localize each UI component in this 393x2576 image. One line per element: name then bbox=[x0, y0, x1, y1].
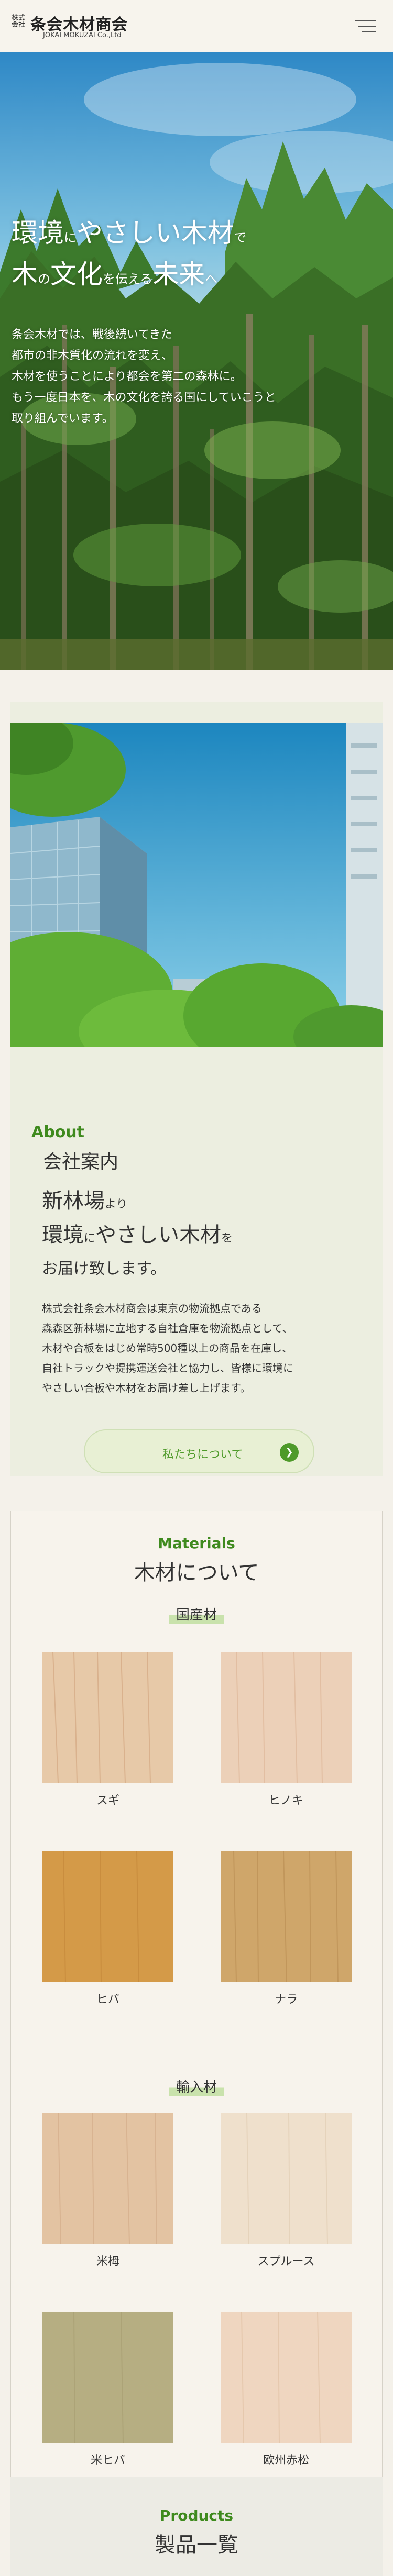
wood-label-beihiba: 米ヒバ bbox=[90, 2454, 125, 2467]
wood-tile-beitsuga[interactable] bbox=[42, 2113, 173, 2245]
imported-wood-heading: 輸入材 bbox=[11, 2077, 382, 2096]
about-section-label-en: About bbox=[31, 1123, 85, 1141]
wood-tile-hiba[interactable] bbox=[42, 1851, 173, 1983]
about-heading: 新林場より 環境にやさしい木材を お届け致します。 bbox=[42, 1189, 233, 1278]
wood-label-beitsuga: 米栂 bbox=[96, 2255, 119, 2268]
about-us-button[interactable]: 私たちについて ❯ bbox=[84, 1429, 314, 1473]
products-label-en: Products bbox=[159, 2507, 234, 2524]
logo-subtitle: JOKAI MOKUZAI Co.,Ltd bbox=[43, 31, 122, 39]
wood-label-european-redpine: 欧州赤松 bbox=[263, 2454, 309, 2467]
wood-label-spruce: スプルース bbox=[257, 2255, 315, 2268]
about-section-title: 会社案内 bbox=[43, 1151, 119, 1173]
wood-tile-beihiba[interactable] bbox=[42, 2312, 173, 2444]
chevron-right-icon: ❯ bbox=[280, 1443, 299, 1462]
materials-title: 木材について bbox=[134, 1561, 259, 1585]
hero-description: 条会木材では、戦後続いてきた 都市の非木質化の流れを変え、 木材を使うことにより… bbox=[12, 328, 276, 425]
products-title: 製品一覧 bbox=[155, 2533, 238, 2557]
site-header: 株式会社 条会木材商会 JOKAI MOKUZAI Co.,Ltd bbox=[0, 0, 393, 52]
about-us-button-label: 私たちについて bbox=[162, 1448, 243, 1461]
hamburger-menu-icon[interactable] bbox=[350, 10, 381, 42]
domestic-wood-heading: 国産材 bbox=[11, 1604, 382, 1624]
logo-prefix: 株式会社 bbox=[12, 14, 26, 29]
wood-tile-european-redpine[interactable] bbox=[221, 2312, 352, 2444]
wood-tile-hinoki[interactable] bbox=[221, 1652, 352, 1784]
products-section: Products 製品一覧 bbox=[10, 2477, 383, 2576]
hero-title: 環境にやさしい木材で 木の文化を伝える未来へ bbox=[12, 218, 246, 290]
materials-section: Materials 木材について 国産材 スギ ヒノキ ヒバ ナラ 輸入材 米栂… bbox=[10, 1511, 383, 2495]
wood-tile-sugi[interactable] bbox=[42, 1652, 173, 1784]
wood-label-hinoki: ヒノキ bbox=[268, 1794, 303, 1807]
wood-label-nara: ナラ bbox=[274, 1993, 298, 2006]
wood-label-hiba: ヒバ bbox=[96, 1993, 119, 2006]
about-section: About 会社案内 新林場より 環境にやさしい木材を お届け致します。 株式会… bbox=[10, 702, 383, 1476]
materials-label-en: Materials bbox=[158, 1535, 235, 1552]
wood-label-sugi: スギ bbox=[96, 1794, 119, 1807]
wood-tile-nara[interactable] bbox=[221, 1851, 352, 1983]
wood-tile-spruce[interactable] bbox=[221, 2113, 352, 2245]
about-description: 株式会社条会木材商会は東京の物流拠点である 森森区新林場に立地する自社倉庫を物流… bbox=[42, 1302, 293, 1394]
hero-section: 環境にやさしい木材で 木の文化を伝える未来へ 条会木材では、戦後続いてきた 都市… bbox=[0, 52, 393, 670]
about-building-image bbox=[10, 723, 383, 1047]
